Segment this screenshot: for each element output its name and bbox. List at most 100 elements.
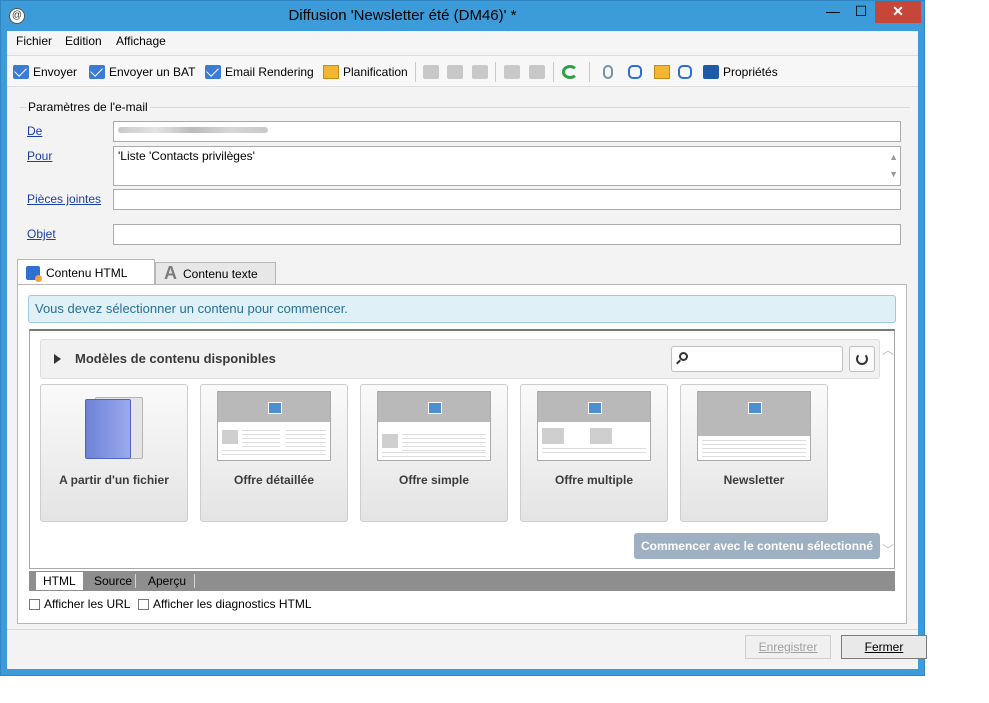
template-thumbnail: [537, 391, 651, 461]
models-title: Modèles de contenu disponibles: [75, 351, 276, 366]
de-link[interactable]: De: [27, 124, 42, 138]
toolbar-separator: [589, 62, 590, 82]
menu-fichier[interactable]: Fichier: [16, 34, 52, 48]
template-tile-offre-simple[interactable]: Offre simple: [360, 384, 508, 522]
enregistrer-label: Enregistrer: [758, 640, 818, 654]
pieces-jointes-field[interactable]: [113, 189, 901, 210]
link-icon[interactable]: [628, 63, 642, 81]
expand-arrow-icon[interactable]: [54, 354, 61, 364]
show-urls-checkbox[interactable]: [29, 598, 40, 610]
planification-label: Planification: [343, 65, 408, 79]
models-refresh-button[interactable]: [849, 346, 875, 372]
show-urls-option[interactable]: Afficher les URL: [29, 597, 130, 611]
undo-icon[interactable]: [504, 63, 520, 81]
envoyer-label: Envoyer: [33, 65, 78, 79]
template-thumbnail: [377, 391, 491, 461]
editor-scrollbar[interactable]: ︿: [882, 341, 894, 358]
tab-contenu-html[interactable]: Contenu HTML: [17, 259, 155, 285]
template-thumbnail: [697, 391, 811, 461]
subtab-apercu[interactable]: Aperçu: [141, 571, 193, 591]
refresh-icon[interactable]: [562, 63, 578, 81]
template-thumbnail: [217, 391, 331, 461]
envoyer-button[interactable]: Envoyer: [13, 63, 77, 81]
objet-field[interactable]: [113, 224, 901, 245]
subtab-separator: [135, 574, 136, 588]
tab-contenu-texte-label: Contenu texte: [183, 266, 258, 281]
email-rendering-icon: [205, 65, 221, 79]
editor-view-tabs: HTML Source Aperçu: [29, 571, 895, 591]
template-tile-newsletter[interactable]: Newsletter: [680, 384, 828, 522]
footer-separator: [7, 629, 918, 630]
envoyer-bat-button[interactable]: Envoyer un BAT: [89, 63, 195, 81]
html-content-icon: [26, 265, 42, 282]
html-content-panel: Vous devez sélectionner un contenu pour …: [17, 284, 907, 624]
tab-contenu-html-label: Contenu HTML: [46, 265, 128, 280]
objet-link[interactable]: Objet: [27, 227, 56, 241]
template-tile-offre-multiple[interactable]: Offre multiple: [520, 384, 668, 522]
show-diagnostics-option[interactable]: Afficher les diagnostics HTML: [138, 597, 312, 611]
template-tile-from-file[interactable]: A partir d'un fichier: [40, 384, 188, 522]
de-field[interactable]: [113, 121, 901, 142]
enregistrer-button[interactable]: Enregistrer: [745, 635, 831, 659]
email-rendering-button[interactable]: Email Rendering: [205, 63, 314, 81]
refresh-icon: [856, 353, 868, 365]
pour-link[interactable]: Pour: [27, 149, 52, 163]
menu-bar: Fichier Edition Affichage: [7, 31, 918, 53]
properties-icon: [703, 65, 719, 79]
envoyer-bat-label: Envoyer un BAT: [109, 65, 196, 79]
fermer-label: Fermer: [864, 640, 904, 654]
proprietes-button[interactable]: Propriétés: [703, 63, 778, 81]
fermer-button[interactable]: Fermer: [841, 635, 927, 659]
email-rendering-label: Email Rendering: [225, 65, 314, 79]
menu-affichage[interactable]: Affichage: [116, 34, 166, 48]
subtab-source[interactable]: Source: [87, 571, 139, 591]
maximize-button[interactable]: ☐: [847, 1, 875, 23]
cut-icon[interactable]: [447, 63, 463, 81]
planification-button[interactable]: Planification: [323, 63, 408, 81]
paste-icon[interactable]: [472, 63, 488, 81]
pour-value: 'Liste 'Contacts privilèges': [118, 149, 255, 163]
proprietes-label: Propriétés: [723, 65, 778, 79]
params-group-border: [20, 107, 910, 108]
send-icon: [13, 65, 29, 79]
models-search-input[interactable]: [671, 346, 843, 372]
toolbar-separator: [415, 62, 416, 82]
pour-scrollbar[interactable]: ▲ ▼: [889, 149, 898, 183]
params-group-title: Paramètres de l'e-mail: [26, 100, 150, 114]
tile-label: Offre simple: [398, 473, 470, 487]
redacted-sender: [118, 127, 268, 133]
content-tabs: Contenu HTML A Contenu texte: [17, 259, 907, 285]
folder-icon: [85, 395, 143, 459]
text-content-icon: A: [164, 263, 177, 283]
search-icon: [679, 352, 688, 361]
content-editor: Modèles de contenu disponibles ︿ A parti…: [29, 329, 895, 569]
minimize-button[interactable]: —: [819, 1, 847, 23]
send-proof-icon: [89, 65, 105, 79]
menu-edition[interactable]: Edition: [65, 34, 102, 48]
template-tile-offre-detaillee[interactable]: Offre détaillée: [200, 384, 348, 522]
subtab-separator: [194, 574, 195, 588]
show-diagnostics-checkbox[interactable]: [138, 598, 149, 610]
attachment-icon[interactable]: [603, 63, 613, 81]
show-urls-label: Afficher les URL: [44, 597, 131, 611]
toolbar-separator: [553, 62, 554, 82]
models-header[interactable]: Modèles de contenu disponibles: [40, 339, 880, 379]
close-window-button[interactable]: ✕: [875, 1, 921, 23]
tile-label: Offre multiple: [554, 473, 633, 487]
tile-label: A partir d'un fichier: [59, 473, 169, 487]
toolbar-separator: [495, 62, 496, 82]
editor-scroll-down[interactable]: ﹀: [882, 541, 894, 558]
redo-icon[interactable]: [529, 63, 545, 81]
gift-icon[interactable]: [654, 63, 670, 81]
toolbar: Envoyer Envoyer un BAT Email Rendering P…: [7, 55, 918, 87]
pour-field[interactable]: 'Liste 'Contacts privilèges' ▲ ▼: [113, 146, 901, 186]
tracking-icon[interactable]: [678, 63, 692, 81]
copy-icon[interactable]: [423, 63, 439, 81]
subtab-html[interactable]: HTML: [35, 571, 84, 591]
tile-label: Newsletter: [723, 473, 785, 487]
tab-contenu-texte[interactable]: A Contenu texte: [155, 262, 276, 284]
pieces-jointes-link[interactable]: Pièces jointes: [27, 192, 101, 206]
tile-label: Offre détaillée: [233, 473, 315, 487]
start-with-selected-content-button[interactable]: Commencer avec le contenu sélectionné: [634, 533, 880, 559]
dialog-window: @ Diffusion 'Newsletter été (DM46)' * — …: [0, 0, 927, 676]
